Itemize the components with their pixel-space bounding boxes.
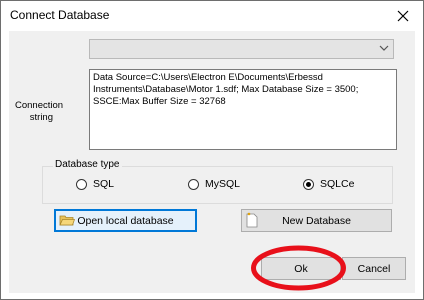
connect-database-dialog: Connect Database Connection string Data … — [0, 0, 424, 300]
new-database-button[interactable]: New Database — [241, 209, 392, 232]
ok-button[interactable]: Ok — [261, 257, 341, 280]
chevron-down-icon — [379, 45, 389, 51]
connection-label-line2: string — [29, 112, 53, 123]
radio-sql-indicator — [76, 178, 87, 190]
new-file-icon — [246, 212, 258, 228]
title-bar: Connect Database — [1, 1, 423, 31]
connection-string-label: Connection string — [15, 100, 63, 124]
close-button[interactable] — [383, 1, 423, 31]
folder-open-icon — [59, 215, 75, 226]
radio-sql-label: SQL — [93, 178, 115, 190]
cancel-label: Cancel — [357, 262, 391, 275]
connection-line: Instruments\Database\Motor 1.sdf; Max Da… — [93, 84, 359, 95]
new-database-label: New Database — [282, 214, 351, 227]
database-type-group: Database type SQL MySQL SQLCe — [42, 159, 393, 204]
open-local-database-label: Open local database — [77, 214, 174, 227]
radio-sql[interactable]: SQL — [76, 178, 114, 190]
open-local-database-button[interactable]: Open local database — [54, 209, 197, 232]
radio-mysql-label: MySQL — [205, 178, 241, 190]
database-type-legend: Database type — [53, 159, 122, 170]
close-icon — [397, 10, 409, 22]
connection-line: SSCE:Max Buffer Size = 32768 — [93, 96, 226, 107]
radio-sqlce[interactable]: SQLCe — [303, 178, 354, 190]
dialog-body: Connection string Data Source=C:\Users\E… — [9, 31, 415, 293]
radio-sqlce-indicator — [303, 178, 314, 190]
ok-label: Ok — [294, 262, 308, 275]
provider-dropdown[interactable] — [89, 39, 394, 59]
connection-line: Data Source=C:\Users\Electron E\Document… — [93, 72, 323, 83]
radio-sqlce-label: SQLCe — [320, 178, 355, 190]
cancel-button[interactable]: Cancel — [342, 257, 406, 280]
radio-mysql-indicator — [188, 178, 199, 190]
connection-string-input[interactable]: Data Source=C:\Users\Electron E\Document… — [89, 69, 397, 150]
connection-label-line1: Connection — [15, 100, 64, 111]
radio-mysql[interactable]: MySQL — [188, 178, 240, 190]
dialog-title: Connect Database — [10, 8, 110, 22]
